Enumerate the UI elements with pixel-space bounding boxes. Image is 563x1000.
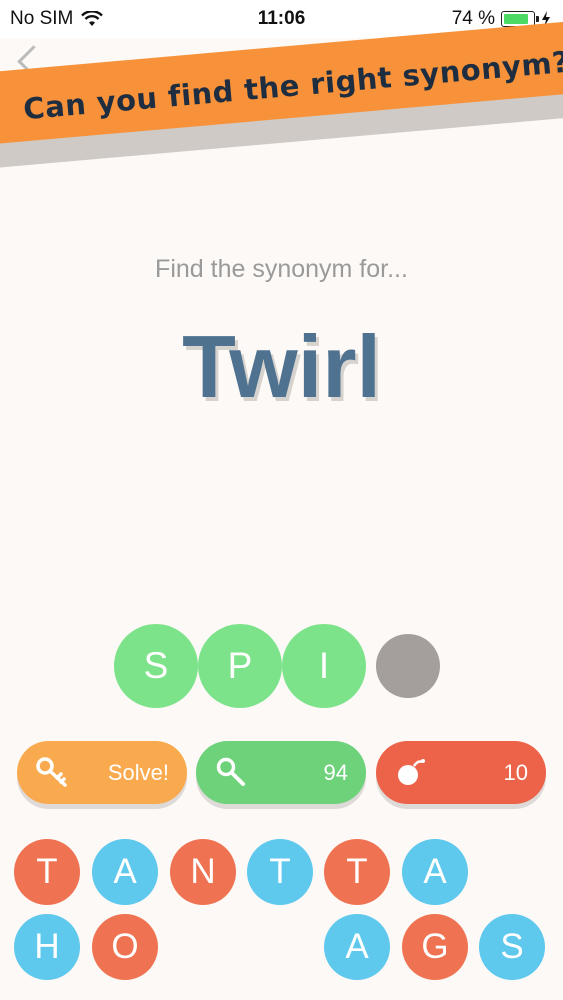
letter-tile[interactable]: A <box>402 839 468 905</box>
solve-button[interactable]: Solve! <box>17 741 187 804</box>
magnifier-icon <box>216 757 245 786</box>
letter-tile[interactable]: T <box>247 839 313 905</box>
answer-slot-empty[interactable] <box>376 634 440 698</box>
letter-tile[interactable]: T <box>14 839 80 905</box>
key-icon <box>36 757 67 787</box>
reveal-count: 94 <box>323 760 348 785</box>
reveal-letter-button[interactable]: 94 <box>196 741 366 804</box>
battery-percent: 74 % <box>451 8 495 29</box>
letter-tile[interactable]: A <box>324 914 390 980</box>
bomb-button[interactable]: 10 <box>376 741 546 804</box>
letter-tile[interactable]: T <box>324 839 390 905</box>
prompt-text: Find the synonym for... <box>155 255 408 283</box>
bomb-count: 10 <box>503 760 528 785</box>
letter-tile[interactable]: O <box>92 914 158 980</box>
letter-tile[interactable]: H <box>14 914 80 980</box>
letter-tile[interactable]: N <box>170 839 236 905</box>
answer-slot-2[interactable]: P <box>198 624 282 708</box>
answer-slot-3[interactable]: I <box>282 624 366 708</box>
bomb-icon <box>398 759 425 785</box>
target-word: Twirl <box>182 317 381 416</box>
letter-tile[interactable]: A <box>92 839 158 905</box>
letter-tile[interactable]: G <box>402 914 468 980</box>
letter-tile[interactable]: S <box>479 914 545 980</box>
solve-label: Solve! <box>107 760 169 785</box>
answer-slot-1[interactable]: S <box>114 624 198 708</box>
